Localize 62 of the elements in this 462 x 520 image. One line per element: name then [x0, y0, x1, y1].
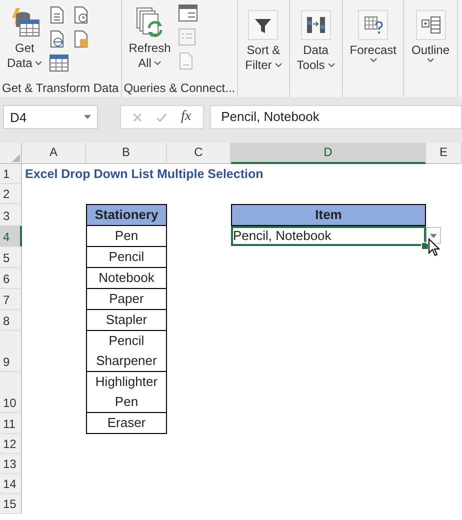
link-file-icon	[178, 52, 194, 70]
row-header[interactable]: 13	[0, 454, 22, 474]
row-header[interactable]: 5	[0, 247, 22, 268]
row-header[interactable]: 8	[0, 310, 22, 331]
column-header[interactable]: E	[426, 143, 462, 164]
row-header[interactable]: 15	[0, 494, 22, 514]
table-cell: Paper	[86, 289, 167, 310]
column-header[interactable]: B	[86, 143, 167, 164]
formula-field[interactable]: Pencil, Notebook	[210, 105, 462, 129]
data-file-icon[interactable]	[73, 30, 90, 48]
row-header[interactable]: 12	[0, 434, 22, 454]
ribbon-button[interactable]: Outline	[408, 4, 453, 65]
row-header[interactable]: 10	[0, 372, 22, 413]
database-icon	[10, 6, 40, 38]
column-header[interactable]: D	[231, 143, 426, 164]
row-header[interactable]: 11	[0, 413, 22, 434]
table-cell: Pen	[86, 226, 167, 247]
insert-function-button[interactable]: fx	[181, 109, 192, 125]
web-file-icon[interactable]	[49, 30, 66, 48]
triangle-down-icon	[430, 234, 437, 238]
row-header[interactable]: 6	[0, 268, 22, 289]
table-icon[interactable]	[49, 54, 70, 72]
grouped-rows-icon	[416, 10, 446, 40]
list-icon	[178, 28, 196, 46]
row-header[interactable]: 2	[0, 184, 22, 204]
row-header[interactable]: 3	[0, 204, 22, 226]
filter-icon	[248, 10, 278, 40]
ribbon-button[interactable]: Forecast	[346, 4, 400, 65]
row-header[interactable]: 9	[0, 331, 22, 372]
ribbon-button[interactable]: Sort & Filter	[242, 4, 285, 75]
row-header[interactable]: 4	[0, 226, 22, 247]
ribbon-button[interactable]: Data Tools	[294, 4, 338, 75]
properties-icon[interactable]	[178, 4, 198, 22]
column-header[interactable]: A	[22, 143, 86, 164]
columns-icon	[300, 10, 331, 40]
sheet-title: Excel Drop Down List Multiple Selection	[24, 166, 264, 183]
refresh-icon	[134, 6, 165, 38]
ribbon-button[interactable]: Get Data	[4, 4, 46, 73]
row-header[interactable]: 7	[0, 289, 22, 310]
row-header[interactable]: 14	[0, 474, 22, 494]
group-label: Get & Transform Data	[1, 80, 120, 97]
dropdown-cell[interactable]: Pencil, Notebook	[231, 226, 426, 246]
table-cell: Pencil Sharpener	[86, 331, 167, 372]
recent-file-icon[interactable]	[73, 6, 90, 24]
table-cell: Eraser	[86, 413, 167, 434]
dropdown-button[interactable]	[426, 227, 441, 244]
ribbon-button[interactable]: Refresh All	[126, 4, 174, 73]
row-header[interactable]: 1	[0, 164, 22, 184]
table-cell: Highlighter Pen	[86, 372, 167, 413]
table-cell: Stapler	[86, 310, 167, 331]
fill-handle[interactable]	[421, 242, 429, 250]
column-header[interactable]: C	[167, 143, 231, 164]
grid-question-icon	[358, 10, 388, 40]
table-header: Item	[231, 204, 426, 226]
name-box[interactable]: D4	[3, 105, 98, 129]
table-header: Stationery	[86, 204, 167, 226]
cursor-icon	[428, 238, 440, 257]
table-cell: Notebook	[86, 268, 167, 289]
group-label: Queries & Connect...	[122, 80, 236, 97]
table-cell: Pencil	[86, 247, 167, 268]
text-file-icon[interactable]	[49, 6, 66, 24]
check-icon[interactable]	[156, 112, 167, 122]
